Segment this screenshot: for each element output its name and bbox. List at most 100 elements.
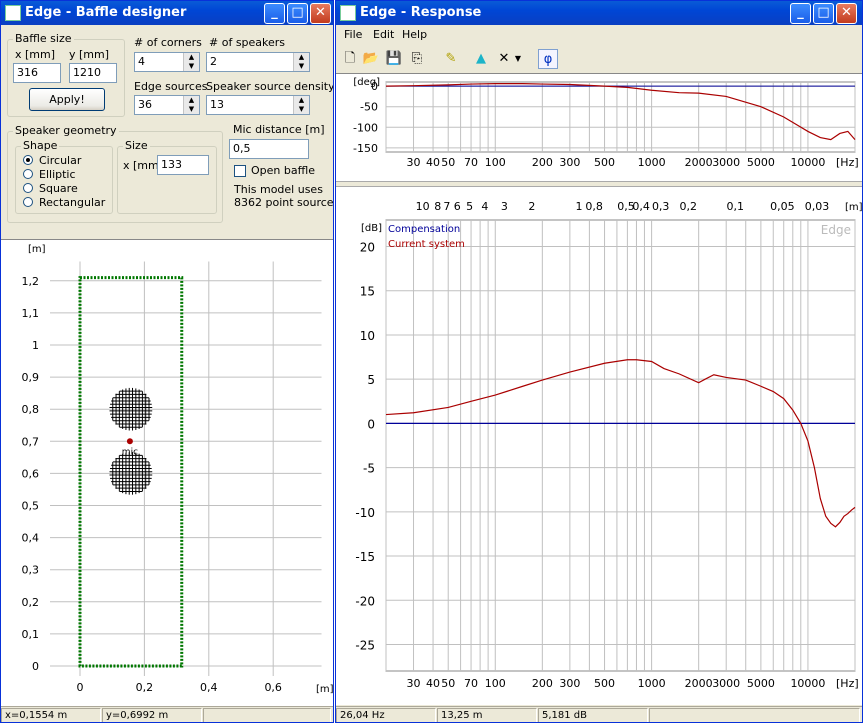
x-tick-label: 70 (464, 677, 478, 690)
pencil-icon[interactable]: ✎ (441, 49, 461, 69)
y-tick-label: 0,5 (22, 500, 40, 513)
speakers-value: 2 (210, 55, 217, 68)
minimize-icon[interactable]: _ (264, 3, 285, 24)
wavelength-unit-label: [m] (845, 202, 862, 213)
corners-value: 4 (138, 55, 145, 68)
speakers-label: # of speakers (209, 36, 286, 49)
apply-button[interactable]: Apply! (29, 88, 105, 111)
baffle-x-input[interactable]: 316 (13, 63, 61, 83)
corners-label: # of corners (134, 36, 202, 49)
x-tick-label: 40 (426, 677, 440, 690)
edge-sources-spinner[interactable]: 36 ▲ ▼ (134, 95, 200, 115)
y-unit-label: [m] (28, 244, 46, 255)
delete-icon[interactable]: ✕ (494, 49, 514, 69)
menu-help[interactable]: Help (402, 28, 427, 41)
edge-sources-value: 36 (138, 98, 152, 111)
open-baffle-checkbox[interactable] (234, 165, 246, 177)
speaker-density-label: Speaker source density (206, 80, 334, 93)
minimize-icon[interactable]: _ (790, 3, 811, 24)
speakers-spinner[interactable]: 2 ▲ ▼ (206, 52, 310, 72)
y-tick-label: 0,9 (22, 371, 40, 384)
y-mm-label: y [mm] (69, 48, 110, 61)
x-tick-label: 50 (441, 677, 455, 690)
size-x-input[interactable]: 133 (157, 155, 209, 175)
x-tick-label: 2000 (685, 677, 713, 690)
wavelength-tick-label: 10 (416, 200, 430, 213)
new-file-icon[interactable]: 🗋 (340, 49, 360, 69)
open-baffle-label: Open baffle (251, 164, 316, 177)
wavelength-tick-label: 3 (501, 200, 508, 213)
size-title: Size (123, 139, 150, 152)
y-tick-label: 1 (32, 339, 39, 352)
wavelength-tick-label: 2 (528, 200, 535, 213)
spin-arrows-icon[interactable]: ▲ ▼ (183, 96, 199, 114)
x-tick-label: 100 (485, 156, 506, 169)
radio-rectangular[interactable] (23, 197, 33, 207)
mic-distance-label: Mic distance [m] (233, 123, 325, 136)
maximize-icon[interactable]: □ (813, 3, 834, 24)
y-tick-label: -15 (355, 550, 375, 564)
x-tick-label: 3000 (712, 677, 740, 690)
baffle-plot[interactable]: 1,2 1,1 1 0,9 0,8 0,7 0,6 0,5 0,4 0,3 0,2 0,1 0 0 0,2 0… (1, 239, 333, 707)
speaker-density-spinner[interactable]: 13 ▲ ▼ (206, 95, 310, 115)
radio-circular[interactable] (23, 155, 33, 165)
baffle-designer-titlebar[interactable]: Edge - Baffle designer _ □ ✕ (1, 1, 333, 25)
x-unit-label: [m] (316, 684, 333, 695)
shape-title: Shape (21, 139, 60, 152)
x-tick-label: 2000 (685, 156, 713, 169)
x-tick-label: 1000 (638, 677, 666, 690)
menubar: File Edit Help (336, 25, 862, 45)
wavelength-tick-label: 8 (434, 200, 441, 213)
radio-elliptic[interactable] (23, 169, 33, 179)
dropdown-arrow-icon[interactable]: ▼ (512, 49, 524, 69)
save-icon[interactable]: 💾 (384, 49, 404, 69)
response-window: Edge - Response _ □ ✕ File Edit Help 🗋 📂… (335, 0, 863, 723)
radio-elliptic-label: Elliptic (39, 168, 76, 181)
phase-chart[interactable]: 0 -50 -100 -150 [deg] 30 40 50 70 100 200 300 500 100… (336, 73, 862, 181)
spin-arrows-icon[interactable]: ▲ ▼ (293, 53, 309, 71)
baffle-y-input[interactable]: 1210 (69, 63, 117, 83)
response-titlebar[interactable]: Edge - Response _ □ ✕ (336, 1, 862, 25)
y-tick-label: 0 (367, 417, 375, 431)
y-tick-label: 1,2 (22, 275, 40, 288)
x-tick-label: 5000 (747, 677, 775, 690)
y-tick-label: 0,8 (22, 403, 40, 416)
radio-square[interactable] (23, 183, 33, 193)
wavelength-tick-label: 0,03 (805, 200, 830, 213)
wavelength-tick-label: 0,8 (585, 200, 603, 213)
x-tick-label: 500 (594, 677, 615, 690)
magnitude-chart[interactable]: 20 15 10 5 0 -5 -10 -15 -20 -25 [dB] 10 8 7 6 5 4 3 2 1 0,8 0… (336, 187, 862, 705)
y-tick-label: 0,4 (22, 532, 40, 545)
maximize-icon[interactable]: □ (287, 3, 308, 24)
legend-compensation: Compensation (388, 224, 460, 235)
spin-arrows-icon[interactable]: ▲ ▼ (293, 96, 309, 114)
menu-file[interactable]: File (344, 28, 362, 41)
wavelength-tick-label: 0,4 (632, 200, 650, 213)
frequency-readout: 26,04 Hz (336, 708, 436, 722)
x-mm-label: x [mm] (15, 48, 56, 61)
wavelength-tick-label: 4 (481, 200, 488, 213)
x-tick-label: 0,6 (264, 681, 282, 694)
x-tick-label: 3000 (712, 156, 740, 169)
mic-distance-input[interactable]: 0,5 (229, 139, 309, 159)
baffle-designer-title: Edge - Baffle designer (25, 5, 187, 20)
spin-arrows-icon[interactable]: ▲ ▼ (183, 53, 199, 71)
baffle-size-title: Baffle size (13, 32, 74, 45)
open-folder-icon[interactable]: 📂 (361, 49, 381, 69)
y-tick-label: -10 (355, 506, 375, 520)
radio-square-label: Square (39, 182, 78, 195)
phase-icon[interactable]: φ (538, 49, 558, 69)
corners-spinner[interactable]: 4 ▲ ▼ (134, 52, 200, 72)
copy-icon[interactable]: ⎘ (407, 49, 427, 69)
x-tick-label: 300 (559, 677, 580, 690)
wavelength-tick-label: 0,3 (652, 200, 670, 213)
cursor-y-readout: y=0,6992 m (102, 708, 202, 722)
x-tick-label: 0,4 (200, 681, 218, 694)
close-icon[interactable]: ✕ (310, 3, 331, 24)
y-tick-label: 15 (360, 285, 375, 299)
speaker-icon[interactable]: ▲ (471, 49, 491, 69)
menu-edit[interactable]: Edit (373, 28, 394, 41)
close-icon[interactable]: ✕ (836, 3, 857, 24)
x-tick-label: 70 (464, 156, 478, 169)
model-info-line1: This model uses (234, 183, 323, 196)
